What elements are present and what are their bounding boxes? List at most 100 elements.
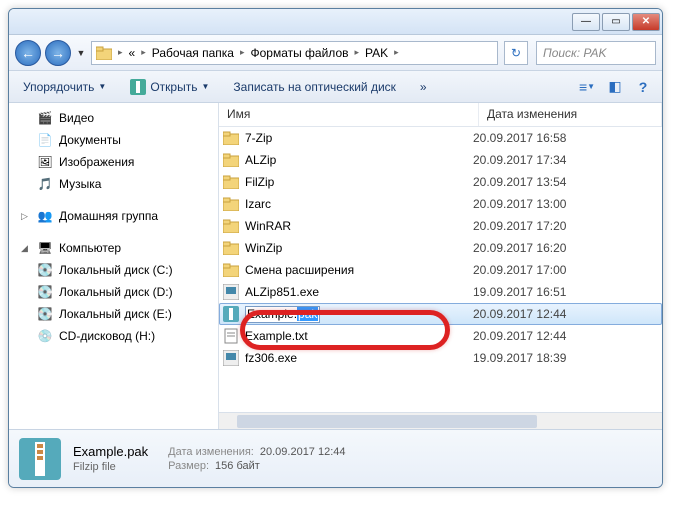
exe-icon [223,350,239,366]
file-name: WinZip [245,241,282,255]
maximize-button[interactable]: ▭ [602,13,630,31]
breadcrumb-segment[interactable]: Рабочая папка [152,46,234,60]
search-input[interactable]: Поиск: PAK [536,41,656,65]
file-row[interactable]: Example.pak 20.09.2017 12:44 [219,303,662,325]
navbar: ← → ▼ ▸ « ▸ Рабочая папка ▸ Форматы файл… [9,35,662,71]
horizontal-scrollbar[interactable] [219,412,662,429]
navigation-pane: 🎬 Видео 📄 Документы 🖼 Изображения 🎵 Музыка ▷ 👥 … [9,103,219,429]
file-date: 20.09.2017 16:58 [473,131,658,145]
details-date-value: 20.09.2017 12:44 [260,446,346,458]
details-size-label: Размер: [168,460,209,472]
file-date: 20.09.2017 17:00 [473,263,658,277]
sidebar-item-label: Документы [59,133,121,147]
more-button[interactable]: » [414,78,433,96]
video-icon: 🎬 [37,110,53,126]
open-button[interactable]: Открыть ▼ [124,77,215,97]
file-date: 20.09.2017 16:20 [473,241,658,255]
pak-icon [223,306,239,322]
drive-icon: 💽 [37,306,53,322]
homegroup-icon: 👥 [37,208,53,224]
file-row[interactable]: WinZip 20.09.2017 16:20 [219,237,662,259]
address-bar[interactable]: ▸ « ▸ Рабочая папка ▸ Форматы файлов ▸ P… [91,41,498,65]
exe-icon [223,284,239,300]
file-date: 20.09.2017 13:00 [473,197,658,211]
breadcrumb-sep: ▸ [118,47,123,58]
sidebar-item-label: CD-дисковод (H:) [59,329,155,343]
music-icon: 🎵 [37,176,53,192]
sidebar-homegroup[interactable]: ▷ 👥 Домашняя группа [9,205,218,227]
column-name[interactable]: Имя [219,103,479,126]
file-row[interactable]: Izarc 20.09.2017 13:00 [219,193,662,215]
folder-icon [223,240,239,256]
sidebar-item-label: Изображения [59,155,134,169]
sidebar-item-doc[interactable]: 📄 Документы [9,129,218,151]
file-row[interactable]: ALZip851.exe19.09.2017 16:51 [219,281,662,303]
folder-icon [223,218,239,234]
folder-icon [223,152,239,168]
sidebar-drive[interactable]: 💽 Локальный диск (C:) [9,259,218,281]
help-button[interactable]: ? [632,76,654,98]
column-headers: Имя Дата изменения [219,103,662,127]
filzip-icon [130,79,146,95]
minimize-button[interactable]: — [572,13,600,31]
folder-icon [223,174,239,190]
file-date: 20.09.2017 12:44 [473,307,658,321]
img-icon: 🖼 [37,154,53,170]
nav-history-dropdown[interactable]: ▼ [75,43,87,63]
folder-icon [223,130,239,146]
preview-pane-button[interactable]: ◧ [604,76,626,98]
file-name: ALZip851.exe [245,285,319,299]
sidebar-item-label: Локальный диск (E:) [59,307,172,321]
close-button[interactable]: ✕ [632,13,660,31]
doc-icon: 📄 [37,132,53,148]
burn-button[interactable]: Записать на оптический диск [227,78,402,96]
titlebar: — ▭ ✕ [9,9,662,35]
file-date: 20.09.2017 17:34 [473,153,658,167]
file-row[interactable]: fz306.exe19.09.2017 18:39 [219,347,662,369]
file-name: fz306.exe [245,351,297,365]
sidebar-item-video[interactable]: 🎬 Видео [9,107,218,129]
sidebar-drive[interactable]: 💽 Локальный диск (D:) [9,281,218,303]
drive-icon: 💽 [37,284,53,300]
column-date[interactable]: Дата изменения [479,103,662,126]
sidebar-item-label: Локальный диск (C:) [59,263,173,277]
filzip-icon [19,438,61,480]
sidebar-item-label: Музыка [59,177,101,191]
view-mode-button[interactable]: ≡ ▼ [576,76,598,98]
txt-icon [223,328,239,344]
details-pane: Example.pak Filzip file Дата изменения: … [9,429,662,487]
file-row[interactable]: WinRAR20.09.2017 17:20 [219,215,662,237]
file-name: 7-Zip [245,131,272,145]
organize-button[interactable]: Упорядочить ▼ [17,78,112,96]
file-row[interactable]: Example.txt 20.09.2017 12:44 [219,325,662,347]
file-name: Izarc [245,197,271,211]
breadcrumb-segment[interactable]: PAK [365,46,388,60]
sidebar-item-img[interactable]: 🖼 Изображения [9,151,218,173]
breadcrumb-segment[interactable]: Форматы файлов [250,46,348,60]
folder-icon [96,46,112,60]
file-row[interactable]: Смена расширения20.09.2017 17:00 [219,259,662,281]
back-button[interactable]: ← [15,40,41,66]
sidebar-drive[interactable]: 💽 Локальный диск (E:) [9,303,218,325]
file-row[interactable]: 7-Zip 20.09.2017 16:58 [219,127,662,149]
file-row[interactable]: FilZip20.09.2017 13:54 [219,171,662,193]
body-area: 🎬 Видео 📄 Документы 🖼 Изображения 🎵 Музыка ▷ 👥 … [9,103,662,429]
sidebar-drive[interactable]: 💿CD-дисковод (H:) [9,325,218,347]
sidebar-item-label: Локальный диск (D:) [59,285,173,299]
file-date: 20.09.2017 12:44 [473,329,658,343]
file-row[interactable]: ALZip 20.09.2017 17:34 [219,149,662,171]
toolbar: Упорядочить ▼ Открыть ▼ Записать на опти… [9,71,662,103]
computer-icon: 🖥 [37,240,53,256]
refresh-button[interactable]: ↻ [504,41,528,65]
file-name: Example.txt [245,329,308,343]
forward-button[interactable]: → [45,40,71,66]
sidebar-item-label: Видео [59,111,94,125]
explorer-window: — ▭ ✕ ← → ▼ ▸ « ▸ Рабочая папка ▸ Формат… [8,8,663,488]
file-name: ALZip [245,153,276,167]
file-date: 20.09.2017 17:20 [473,219,658,233]
sidebar-computer[interactable]: ◢ 🖥 Компьютер [9,237,218,259]
sidebar-item-music[interactable]: 🎵 Музыка [9,173,218,195]
drive-icon: 💽 [37,262,53,278]
details-filename: Example.pak [73,444,148,459]
rename-input[interactable]: Example.pak [245,306,320,323]
